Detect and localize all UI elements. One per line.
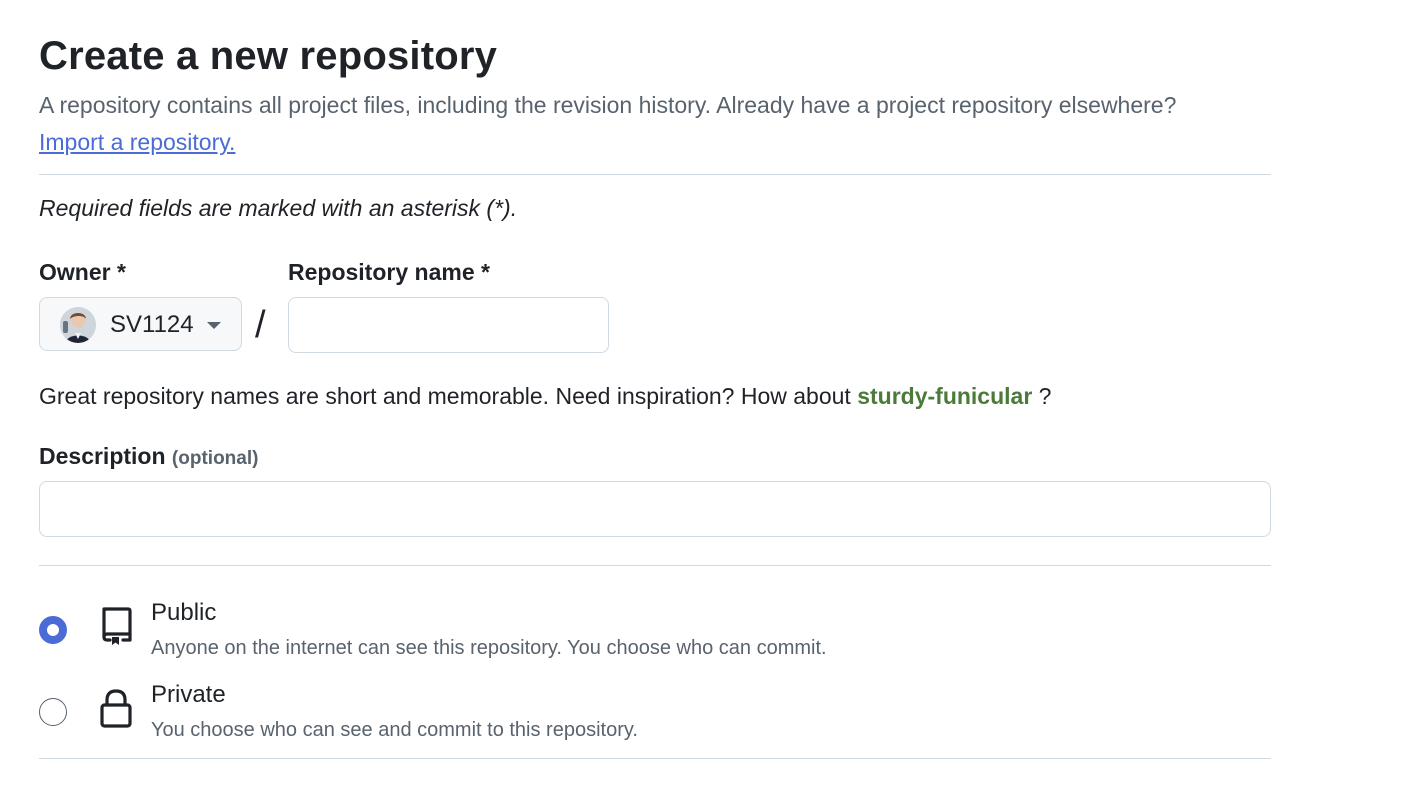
private-title: Private	[151, 681, 226, 708]
avatar	[60, 307, 96, 343]
lock-icon	[100, 689, 132, 728]
description-label: Description (optional)	[39, 441, 258, 474]
owner-label: Owner *	[39, 259, 126, 285]
import-repository-link[interactable]: Import a repository.	[39, 127, 235, 157]
repo-icon	[102, 607, 132, 645]
public-radio[interactable]	[39, 616, 67, 644]
repository-name-help: Great repository names are short and mem…	[39, 381, 1051, 411]
divider	[39, 174, 1271, 175]
repository-name-label: Repository name *	[288, 259, 490, 285]
private-description: You choose who can see and commit to thi…	[151, 719, 638, 741]
name-suggestion-link[interactable]: sturdy-funicular	[857, 383, 1032, 409]
public-description: Anyone on the internet can see this repo…	[151, 637, 827, 659]
private-radio[interactable]	[39, 698, 67, 726]
description-input[interactable]	[39, 481, 1271, 537]
owner-repo-separator: /	[255, 304, 266, 346]
repository-name-input[interactable]	[288, 297, 609, 353]
optional-tag: (optional)	[171, 448, 259, 469]
description-label-text: Description	[39, 443, 166, 469]
divider	[39, 758, 1271, 759]
divider	[39, 565, 1271, 566]
page-subtitle: A repository contains all project files,…	[39, 92, 1177, 118]
owner-dropdown[interactable]: SV1124	[39, 297, 242, 351]
chevron-down-icon	[207, 322, 221, 329]
page-title: Create a new repository	[39, 34, 498, 78]
help-suffix: ?	[1038, 383, 1052, 409]
required-fields-note: Required fields are marked with an aster…	[39, 195, 518, 221]
owner-name: SV1124	[110, 311, 194, 338]
public-title: Public	[151, 599, 217, 626]
help-prefix: Great repository names are short and mem…	[39, 383, 851, 409]
